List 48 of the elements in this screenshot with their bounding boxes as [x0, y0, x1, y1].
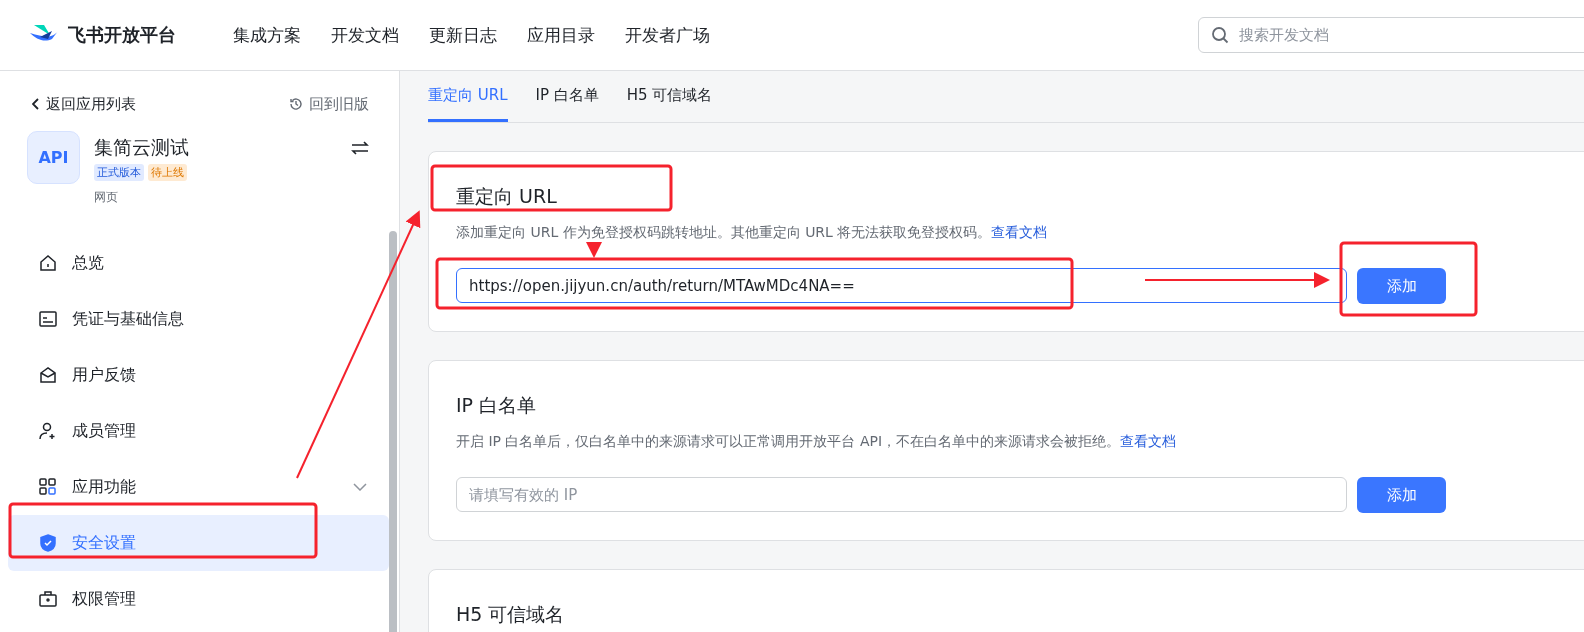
section-description: 添加重定向 URL 作为免登授权码跳转地址。其他重定向 URL 将无法获取免登授权码。查看文档 — [456, 224, 1048, 242]
sidebar-item[interactable]: 安全设置 — [8, 515, 389, 571]
grid-icon — [38, 477, 58, 497]
nav-link[interactable]: 集成方案 — [233, 23, 301, 47]
tab[interactable]: IP 白名单 — [535, 71, 599, 122]
section-title: IP 白名单 — [456, 393, 538, 418]
annotation-arrow — [586, 242, 602, 258]
section-title: 重定向 URL — [456, 184, 558, 209]
docs-link[interactable]: 查看文档 — [991, 224, 1048, 240]
app-icon: API — [27, 131, 80, 184]
app-type: 网页 — [94, 189, 119, 206]
scrollbar[interactable] — [389, 231, 397, 632]
nav-link[interactable]: 应用目录 — [527, 23, 595, 47]
search-field[interactable]: 搜索开发文档 — [1198, 17, 1584, 53]
search-icon — [1211, 26, 1229, 44]
sidebar-item[interactable]: 应用功能 — [8, 459, 389, 515]
tab[interactable]: 重定向 URL — [428, 71, 508, 122]
chevron-left-icon — [32, 98, 40, 110]
nav-link[interactable]: 更新日志 — [429, 23, 497, 47]
sidebar-item[interactable]: 总览 — [8, 235, 389, 291]
sidebar-item[interactable]: 权限管理 — [8, 571, 389, 627]
mail-icon — [38, 365, 58, 385]
docs-link[interactable]: 查看文档 — [1120, 433, 1177, 449]
app-name: 集简云测试 — [94, 135, 189, 160]
sidebar-item[interactable]: 成员管理 — [8, 403, 389, 459]
section-description: 开启 IP 白名单后，仅白名单中的来源请求可以正常调用开放平台 API，不在白名单中的来源请求会被拒绝。查看文档 — [456, 433, 1177, 451]
input-field[interactable]: https://open.jijyun.cn/auth/return/MTAwMDc4NA== — [456, 268, 1347, 303]
back-link[interactable]: 返回应用列表 — [32, 94, 136, 114]
add-button[interactable]: 添加 — [1357, 477, 1446, 513]
nav-link[interactable]: 开发者广场 — [625, 23, 710, 47]
version-tag: 待上线 — [148, 164, 187, 181]
sidebar-item[interactable]: 用户反馈 — [8, 347, 389, 403]
add-button[interactable]: 添加 — [1357, 268, 1446, 304]
sidebar-item[interactable]: 凭证与基础信息 — [8, 291, 389, 347]
old-version-link[interactable]: 回到旧版 — [289, 94, 369, 114]
input-field[interactable]: 请填写有效的 IP — [456, 477, 1347, 512]
version-tag: 正式版本 — [94, 164, 144, 181]
tab[interactable]: H5 可信域名 — [626, 71, 713, 122]
nav-link[interactable]: 开发文档 — [331, 23, 399, 47]
switch-icon[interactable] — [351, 141, 369, 155]
home-icon — [38, 253, 58, 273]
card-icon — [38, 309, 58, 329]
briefcase-icon — [38, 589, 58, 609]
brand-name: 飞书开放平台 — [68, 23, 176, 47]
user-add-icon — [38, 421, 58, 441]
history-icon — [289, 97, 303, 111]
section-title: H5 可信域名 — [456, 602, 566, 627]
shield-icon — [38, 533, 58, 553]
